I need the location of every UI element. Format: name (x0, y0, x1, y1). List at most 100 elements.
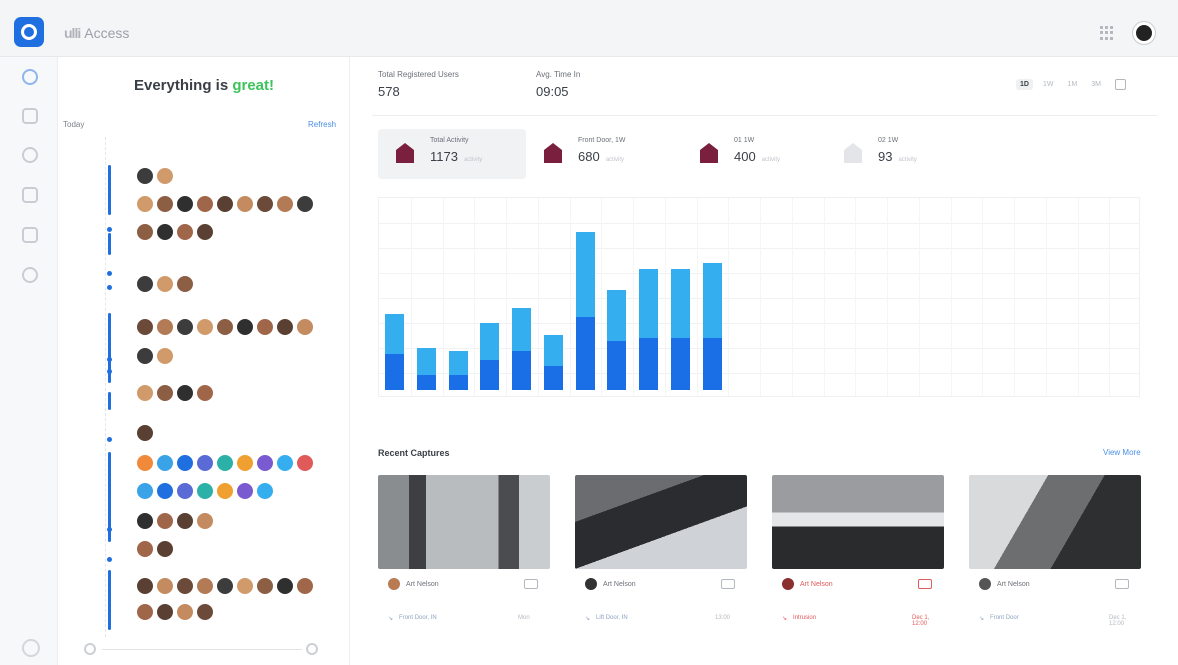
avatar[interactable] (136, 384, 154, 402)
tv-icon[interactable] (524, 579, 538, 589)
avatar[interactable] (216, 318, 234, 336)
app-logo[interactable] (14, 17, 44, 47)
avatar[interactable] (276, 454, 294, 472)
avatar[interactable] (136, 424, 154, 442)
bar-upper[interactable] (480, 323, 500, 360)
bar-upper[interactable] (512, 308, 532, 351)
avatar[interactable] (236, 318, 254, 336)
avatar[interactable] (196, 577, 214, 595)
bar-upper[interactable] (607, 289, 627, 342)
settings-icon[interactable] (22, 639, 40, 657)
card-front-door[interactable]: Front Door, 1W 680 activity (526, 129, 674, 179)
avatar[interactable] (136, 577, 154, 595)
avatar[interactable] (296, 577, 314, 595)
avatar[interactable] (136, 223, 154, 241)
bar-upper[interactable] (670, 268, 690, 339)
avatar[interactable] (216, 482, 234, 500)
avatar[interactable] (176, 603, 194, 621)
capture-card[interactable]: Art Nelson ↘ Front Door Dec 1, 12:00 (969, 475, 1141, 627)
bar-upper[interactable] (448, 350, 468, 375)
avatar[interactable] (256, 318, 274, 336)
view-more-link[interactable]: View More (1103, 448, 1141, 457)
zoom-out-icon[interactable] (84, 643, 96, 655)
avatar[interactable] (156, 454, 174, 472)
avatar[interactable] (276, 318, 294, 336)
activity-icon[interactable] (22, 267, 38, 283)
bar-lower[interactable] (607, 341, 627, 390)
capture-card[interactable]: Art Nelson ↘ Intrusion Dec 1, 12:00 (772, 475, 944, 627)
range-3m[interactable]: 3M (1087, 79, 1105, 90)
avatar[interactable] (176, 482, 194, 500)
bar-lower[interactable] (480, 359, 500, 390)
bar-lower[interactable] (512, 350, 532, 390)
bar-lower[interactable] (670, 338, 690, 390)
avatar[interactable] (296, 318, 314, 336)
avatar[interactable] (296, 195, 314, 213)
avatar[interactable] (156, 195, 174, 213)
avatar[interactable] (216, 577, 234, 595)
avatar[interactable] (176, 318, 194, 336)
capture-card[interactable]: Art Nelson ↘ Lift Door, IN 13:00 (575, 475, 747, 627)
avatar[interactable] (136, 318, 154, 336)
capture-image[interactable] (969, 475, 1141, 569)
doors-icon[interactable] (22, 187, 38, 203)
tv-icon[interactable] (918, 579, 932, 589)
avatar[interactable] (276, 577, 294, 595)
avatar[interactable] (156, 318, 174, 336)
avatar[interactable] (196, 482, 214, 500)
avatar[interactable] (256, 454, 274, 472)
capture-card[interactable]: Art Nelson ↘ Front Door, IN Mon (378, 475, 550, 627)
avatar[interactable] (156, 384, 174, 402)
avatar[interactable] (256, 195, 274, 213)
range-1d[interactable]: 1D (1016, 79, 1033, 90)
avatar[interactable] (196, 223, 214, 241)
avatar[interactable] (156, 223, 174, 241)
avatar[interactable] (136, 482, 154, 500)
bar-upper[interactable] (702, 262, 722, 339)
bar-upper[interactable] (575, 232, 595, 318)
capture-image[interactable] (378, 475, 550, 569)
avatar[interactable] (176, 223, 194, 241)
capture-image[interactable] (575, 475, 747, 569)
apps-grid-icon[interactable] (1100, 26, 1114, 40)
tv-icon[interactable] (1115, 579, 1129, 589)
avatar[interactable] (176, 512, 194, 530)
avatar[interactable] (156, 540, 174, 558)
avatar[interactable] (136, 167, 154, 185)
avatar[interactable] (156, 347, 174, 365)
avatar[interactable] (136, 347, 154, 365)
avatar[interactable] (136, 540, 154, 558)
avatar[interactable] (136, 512, 154, 530)
user-avatar[interactable] (1133, 22, 1155, 44)
avatar[interactable] (136, 603, 154, 621)
avatar[interactable] (296, 454, 314, 472)
avatar[interactable] (196, 384, 214, 402)
avatar[interactable] (236, 454, 254, 472)
avatar[interactable] (156, 577, 174, 595)
avatar[interactable] (196, 603, 214, 621)
bar-lower[interactable] (639, 338, 659, 390)
refresh-link[interactable]: Refresh (308, 120, 336, 129)
avatar[interactable] (136, 195, 154, 213)
avatar[interactable] (156, 512, 174, 530)
devices-icon[interactable] (22, 227, 38, 243)
avatar[interactable] (216, 195, 234, 213)
card-total-activity[interactable]: Total Activity 1173 activity (378, 129, 526, 179)
avatar[interactable] (176, 454, 194, 472)
avatar[interactable] (196, 512, 214, 530)
dashboard-icon[interactable] (22, 69, 38, 85)
bar-lower[interactable] (385, 353, 405, 390)
camera-icon[interactable] (22, 147, 38, 163)
calendar-icon[interactable] (1114, 79, 1126, 90)
range-1m[interactable]: 1M (1063, 79, 1081, 90)
bar-upper[interactable] (543, 335, 563, 366)
zoom-in-icon[interactable] (306, 643, 318, 655)
bar-lower[interactable] (543, 365, 563, 390)
bar-upper[interactable] (385, 314, 405, 354)
avatar[interactable] (196, 195, 214, 213)
avatar[interactable] (136, 275, 154, 293)
bar-upper[interactable] (416, 347, 436, 375)
avatar[interactable] (176, 195, 194, 213)
bar-upper[interactable] (639, 268, 659, 339)
avatar[interactable] (216, 454, 234, 472)
